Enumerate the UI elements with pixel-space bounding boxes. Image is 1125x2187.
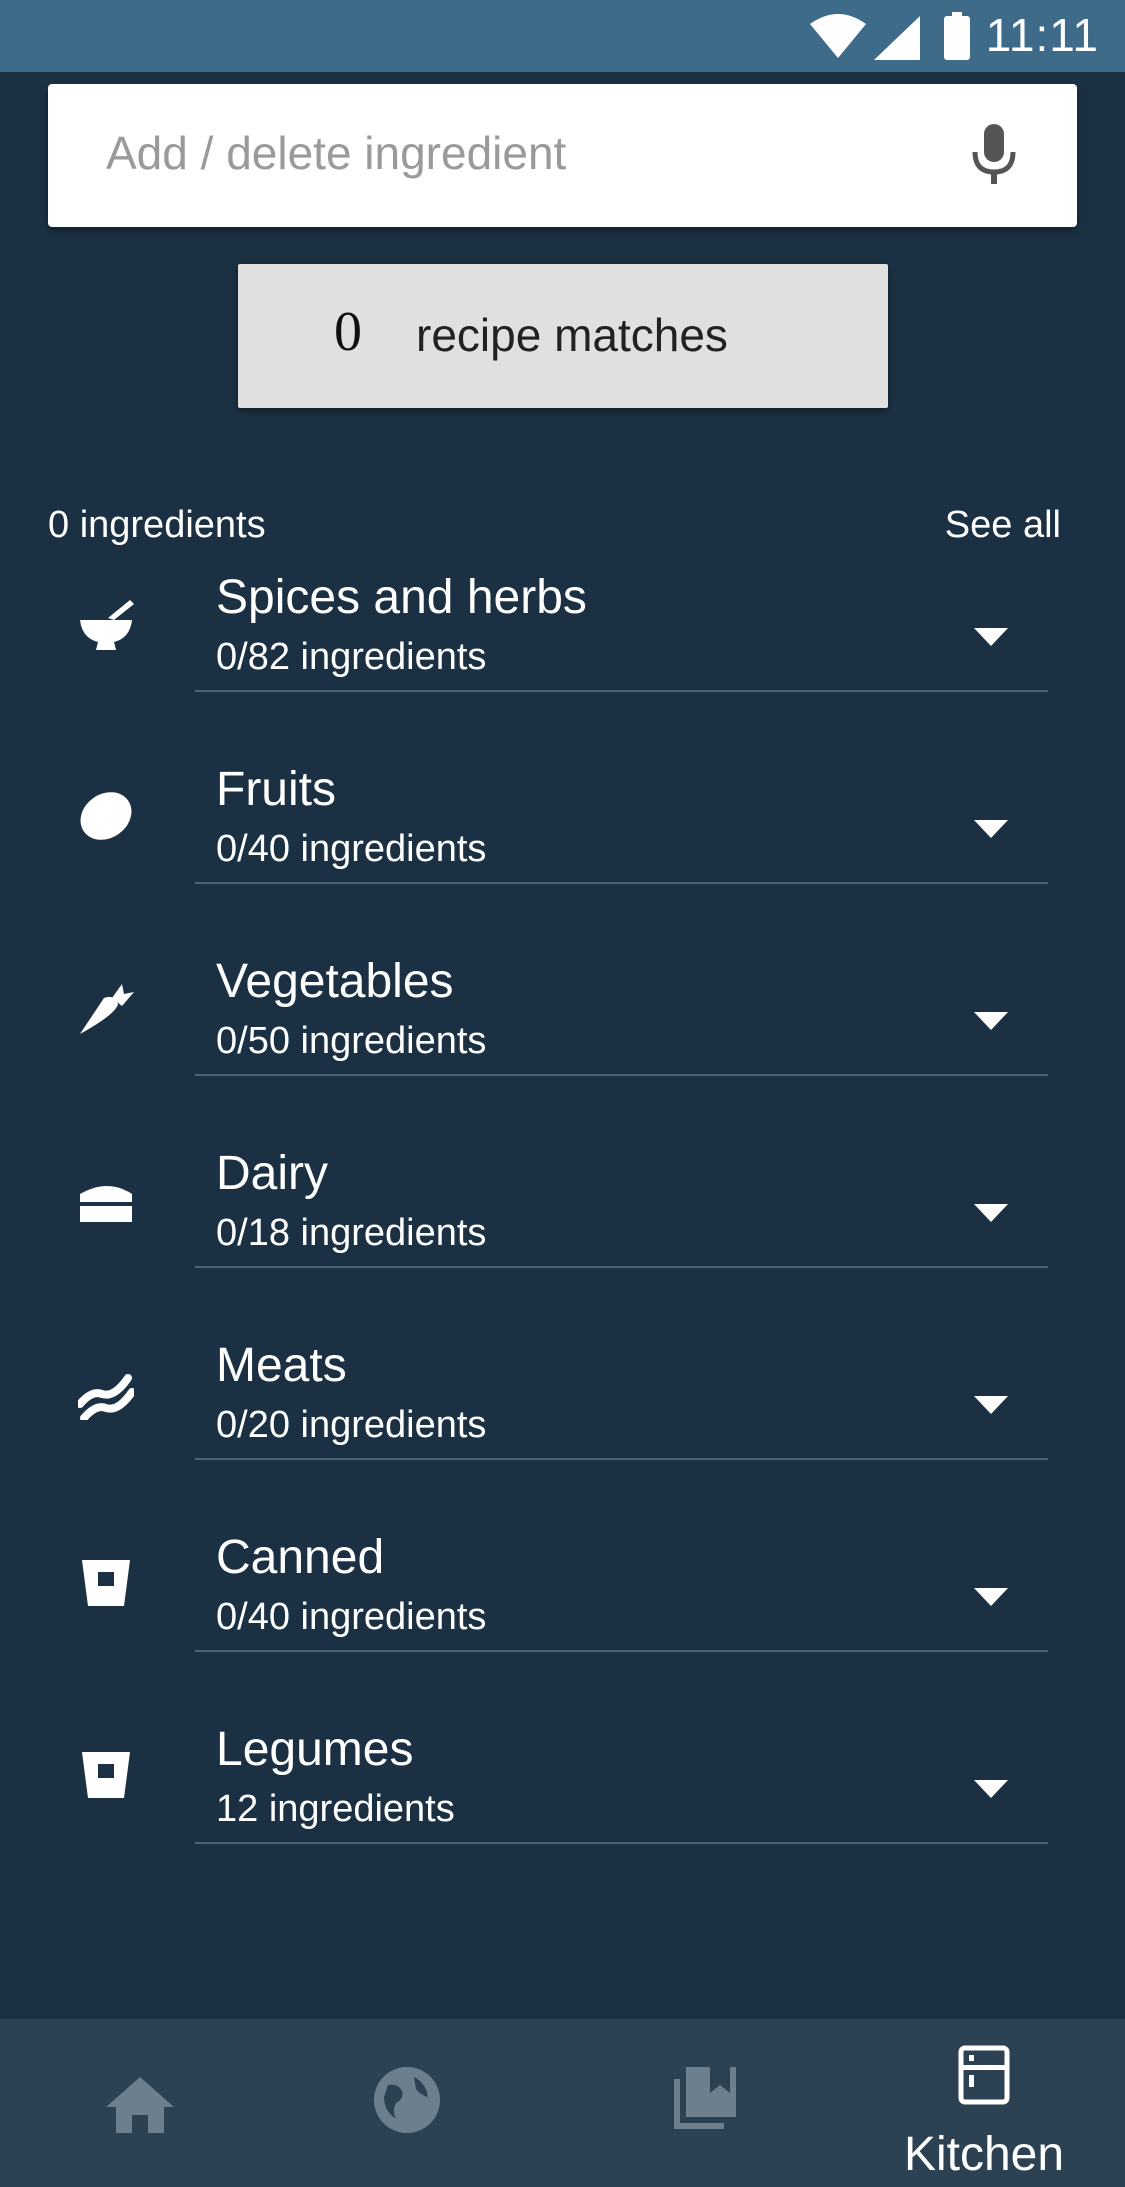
category-spices-and-herbs[interactable]: Spices and herbs 0/82 ingredients bbox=[0, 571, 1125, 696]
category-count: 0/18 ingredients bbox=[216, 1212, 487, 1254]
nav-kitchen-label: Kitchen bbox=[903, 2128, 1065, 2181]
category-canned[interactable]: Canned 0/40 ingredients bbox=[0, 1531, 1125, 1656]
category-fruits[interactable]: Fruits 0/40 ingredients bbox=[0, 763, 1125, 888]
category-count: 0/40 ingredients bbox=[216, 828, 487, 870]
mortar-pestle-icon bbox=[80, 600, 134, 650]
status-time: 11:11 bbox=[985, 9, 1099, 61]
chevron-down-icon[interactable] bbox=[974, 1780, 1008, 1798]
lemon-icon bbox=[80, 792, 132, 840]
fridge-icon bbox=[958, 2045, 1010, 2105]
category-name: Meats bbox=[216, 1339, 347, 1392]
can-icon bbox=[82, 1752, 130, 1798]
divider bbox=[195, 690, 1048, 692]
ingredient-search-box bbox=[48, 84, 1077, 227]
nav-explore[interactable] bbox=[298, 2019, 518, 2187]
category-name: Legumes bbox=[216, 1723, 414, 1776]
category-name: Vegetables bbox=[216, 955, 454, 1008]
nav-home[interactable] bbox=[30, 2019, 250, 2187]
category-name: Spices and herbs bbox=[216, 571, 587, 624]
match-count: 0 bbox=[334, 301, 362, 363]
status-bar: 11:11 bbox=[0, 0, 1125, 72]
match-label: recipe matches bbox=[416, 309, 728, 361]
signal-icon bbox=[874, 16, 920, 60]
cookbook-icon bbox=[674, 2067, 736, 2129]
chevron-down-icon[interactable] bbox=[974, 1012, 1008, 1030]
chevron-down-icon[interactable] bbox=[974, 1204, 1008, 1222]
mic-icon[interactable] bbox=[971, 124, 1017, 186]
divider bbox=[195, 1842, 1048, 1844]
home-icon bbox=[106, 2077, 174, 2133]
ingredient-total: 0 ingredients bbox=[48, 504, 266, 546]
category-count: 0/20 ingredients bbox=[216, 1404, 487, 1446]
globe-icon bbox=[374, 2067, 440, 2133]
nav-cookbook[interactable] bbox=[594, 2019, 814, 2187]
chevron-down-icon[interactable] bbox=[974, 820, 1008, 838]
chevron-down-icon[interactable] bbox=[974, 628, 1008, 646]
recipe-matches-button[interactable]: 0 recipe matches bbox=[238, 264, 888, 408]
bottom-nav: Kitchen bbox=[0, 2019, 1125, 2187]
can-icon bbox=[82, 1560, 130, 1606]
chevron-down-icon[interactable] bbox=[974, 1396, 1008, 1414]
category-name: Dairy bbox=[216, 1147, 329, 1200]
category-vegetables[interactable]: Vegetables 0/50 ingredients bbox=[0, 955, 1125, 1080]
divider bbox=[195, 1458, 1048, 1460]
divider bbox=[195, 1074, 1048, 1076]
wifi-icon bbox=[810, 14, 866, 58]
divider bbox=[195, 882, 1048, 884]
ingredient-search-input[interactable] bbox=[104, 112, 958, 194]
category-name: Canned bbox=[216, 1531, 385, 1584]
category-count: 0/50 ingredients bbox=[216, 1020, 487, 1062]
carrot-icon bbox=[80, 984, 134, 1034]
cheese-icon bbox=[80, 1186, 132, 1222]
battery-icon bbox=[944, 12, 970, 60]
category-count: 0/82 ingredients bbox=[216, 636, 487, 678]
category-count: 12 ingredients bbox=[216, 1788, 455, 1830]
category-name: Fruits bbox=[216, 763, 336, 816]
category-count: 0/40 ingredients bbox=[216, 1596, 487, 1638]
bacon-icon bbox=[78, 1374, 134, 1420]
category-legumes[interactable]: Legumes 12 ingredients bbox=[0, 1723, 1125, 1848]
divider bbox=[195, 1650, 1048, 1652]
chevron-down-icon[interactable] bbox=[974, 1588, 1008, 1606]
category-dairy[interactable]: Dairy 0/18 ingredients bbox=[0, 1147, 1125, 1272]
see-all-link[interactable]: See all bbox=[945, 504, 1061, 547]
category-meats[interactable]: Meats 0/20 ingredients bbox=[0, 1339, 1125, 1464]
nav-kitchen[interactable]: Kitchen bbox=[874, 2019, 1094, 2187]
divider bbox=[195, 1266, 1048, 1268]
